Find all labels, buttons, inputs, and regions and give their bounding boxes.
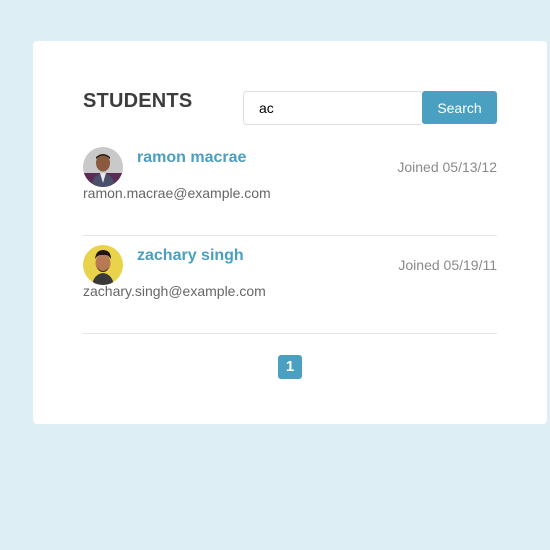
search-button[interactable]: Search [422, 91, 497, 124]
list-item: zachary singh Joined 05/19/11 zachary.si… [83, 237, 497, 334]
pagination-page-button[interactable]: 1 [278, 355, 302, 379]
avatar [83, 245, 123, 285]
avatar [83, 147, 123, 187]
joined-date: Joined 05/13/12 [397, 159, 497, 175]
joined-date: Joined 05/19/11 [398, 257, 497, 273]
student-name-link[interactable]: ramon macrae [137, 149, 246, 167]
page-title: STUDENTS [83, 90, 193, 112]
students-card: STUDENTS Search ramon macrae Joined 05/1… [33, 41, 547, 424]
student-list: ramon macrae Joined 05/13/12 ramon.macra… [83, 139, 497, 335]
student-name-link[interactable]: zachary singh [137, 247, 244, 265]
search-input[interactable] [243, 91, 421, 125]
student-email: zachary.singh@example.com [83, 283, 266, 299]
student-email: ramon.macrae@example.com [83, 185, 271, 201]
list-item: ramon macrae Joined 05/13/12 ramon.macra… [83, 139, 497, 236]
